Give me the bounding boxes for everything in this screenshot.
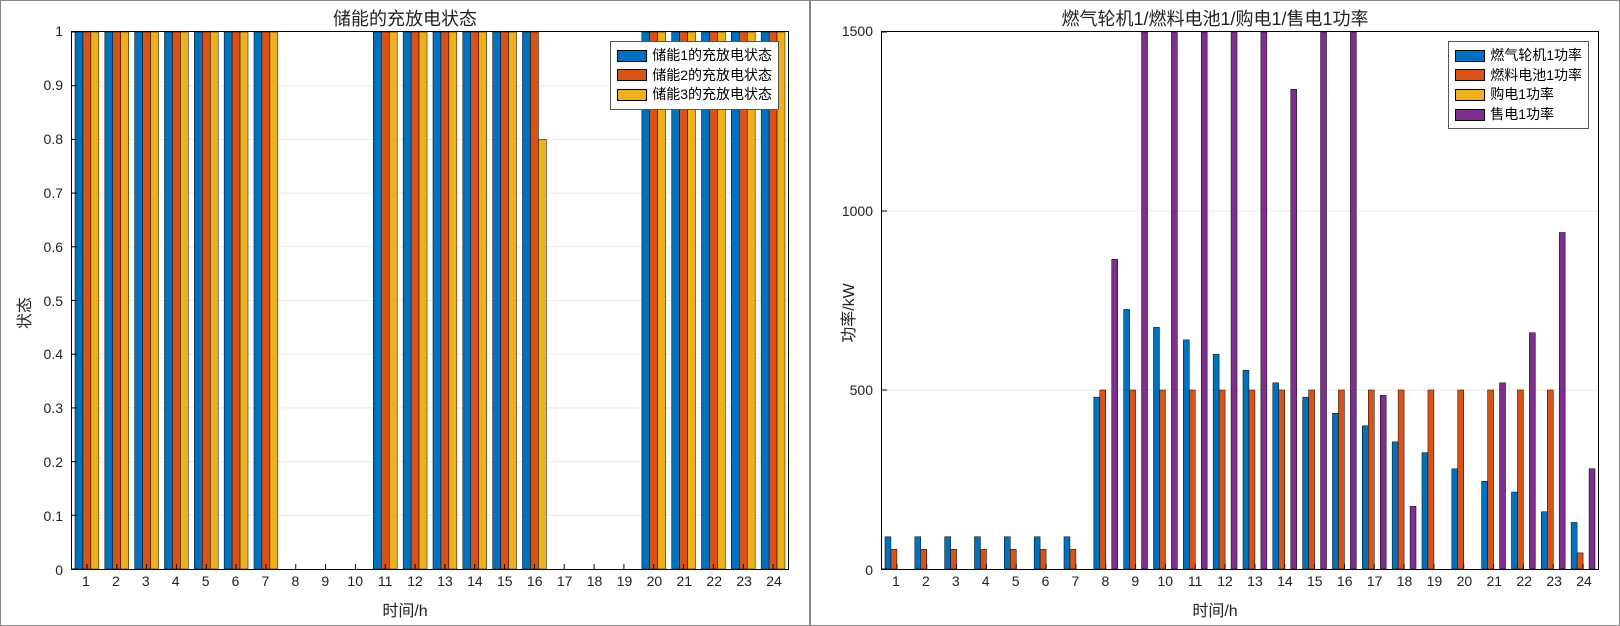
x-tick-label: 24 <box>766 573 782 589</box>
x-tick-label: 21 <box>676 573 692 589</box>
x-tick-label: 13 <box>1247 573 1263 589</box>
x-tick-label: 1 <box>82 573 90 589</box>
x-tick-label: 19 <box>1427 573 1443 589</box>
legend-label: 购电1功率 <box>1490 85 1554 105</box>
y-tick-label: 0.6 <box>44 239 63 255</box>
y-tick-label: 0.4 <box>44 346 63 362</box>
legend-swatch <box>617 69 647 81</box>
x-tick-label: 13 <box>437 573 453 589</box>
legend-label: 燃气轮机1功率 <box>1490 46 1582 66</box>
x-tick-label: 10 <box>1157 573 1173 589</box>
chart-title: 燃气轮机1/燃料电池1/购电1/售电1功率 <box>811 5 1619 31</box>
legend-label: 储能2的充放电状态 <box>652 66 772 86</box>
legend-swatch <box>1455 50 1485 62</box>
plot-area <box>71 31 789 570</box>
legend-item: 燃料电池1功率 <box>1455 66 1582 86</box>
x-tick-label: 11 <box>1188 573 1203 589</box>
x-tick-label: 16 <box>1337 573 1353 589</box>
x-tick-label: 20 <box>1457 573 1473 589</box>
legend-swatch <box>1455 69 1485 81</box>
y-tick-label: 0.2 <box>44 454 63 470</box>
x-tick-label: 20 <box>647 573 663 589</box>
legend-label: 储能3的充放电状态 <box>652 85 772 105</box>
y-tick-label: 0 <box>55 562 63 578</box>
y-tick-label: 0.5 <box>44 293 63 309</box>
x-tick-label: 16 <box>527 573 543 589</box>
x-tick-label: 8 <box>1101 573 1109 589</box>
x-tick-label: 4 <box>982 573 990 589</box>
legend-swatch <box>617 89 647 101</box>
legend-item: 购电1功率 <box>1455 85 1582 105</box>
x-tick-label: 15 <box>497 573 513 589</box>
y-tick-label: 1000 <box>842 203 873 219</box>
x-tick-label: 19 <box>617 573 633 589</box>
x-tick-label: 2 <box>922 573 930 589</box>
y-tick-label: 0.1 <box>44 508 63 524</box>
x-tick-label: 22 <box>1516 573 1532 589</box>
legend: 储能1的充放电状态储能2的充放电状态储能3的充放电状态 <box>610 41 779 110</box>
x-tick-label: 5 <box>1012 573 1020 589</box>
x-tick-label: 24 <box>1576 573 1592 589</box>
legend-item: 储能1的充放电状态 <box>617 46 772 66</box>
legend: 燃气轮机1功率燃料电池1功率购电1功率售电1功率 <box>1448 41 1589 129</box>
y-ticks: 050010001500 <box>811 31 877 570</box>
legend-swatch <box>1455 109 1485 121</box>
x-tick-label: 17 <box>1367 573 1383 589</box>
charts-container: 储能的充放电状态 状态 时间/h 00.10.20.30.40.50.60.70… <box>0 0 1620 626</box>
x-tick-label: 6 <box>232 573 240 589</box>
x-tick-label: 17 <box>557 573 573 589</box>
x-tick-label: 3 <box>142 573 150 589</box>
legend-swatch <box>1455 89 1485 101</box>
legend-item: 燃气轮机1功率 <box>1455 46 1582 66</box>
x-tick-label: 21 <box>1486 573 1502 589</box>
x-tick-label: 14 <box>467 573 483 589</box>
x-tick-label: 12 <box>407 573 423 589</box>
x-tick-label: 2 <box>112 573 120 589</box>
legend-item: 储能2的充放电状态 <box>617 66 772 86</box>
x-tick-label: 18 <box>1397 573 1413 589</box>
chart-panel-right: 燃气轮机1/燃料电池1/购电1/售电1功率 功率/kW 时间/h 0500100… <box>810 0 1620 626</box>
x-tick-label: 9 <box>321 573 329 589</box>
y-ticks: 00.10.20.30.40.50.60.70.80.91 <box>1 31 67 570</box>
x-tick-label: 5 <box>202 573 210 589</box>
x-tick-label: 7 <box>1072 573 1080 589</box>
y-tick-label: 500 <box>850 382 873 398</box>
x-ticks: 123456789101112131415161718192021222324 <box>71 573 789 593</box>
chart-title: 储能的充放电状态 <box>1 5 809 31</box>
x-axis-label: 时间/h <box>1 597 809 621</box>
chart-panel-left: 储能的充放电状态 状态 时间/h 00.10.20.30.40.50.60.70… <box>0 0 810 626</box>
x-tick-label: 11 <box>378 573 393 589</box>
legend-item: 储能3的充放电状态 <box>617 85 772 105</box>
x-tick-label: 1 <box>892 573 900 589</box>
x-tick-label: 12 <box>1217 573 1233 589</box>
y-tick-label: 0.8 <box>44 131 63 147</box>
x-tick-label: 3 <box>952 573 960 589</box>
x-tick-label: 23 <box>1546 573 1562 589</box>
legend-label: 燃料电池1功率 <box>1490 66 1582 86</box>
x-tick-label: 18 <box>587 573 603 589</box>
y-tick-label: 1 <box>55 23 63 39</box>
x-tick-label: 23 <box>736 573 752 589</box>
x-tick-label: 15 <box>1307 573 1323 589</box>
x-ticks: 123456789101112131415161718192021222324 <box>881 573 1599 593</box>
x-tick-label: 9 <box>1131 573 1139 589</box>
y-tick-label: 0.7 <box>44 185 63 201</box>
x-tick-label: 7 <box>262 573 270 589</box>
legend-label: 储能1的充放电状态 <box>652 46 772 66</box>
x-tick-label: 14 <box>1277 573 1293 589</box>
y-tick-label: 1500 <box>842 23 873 39</box>
x-tick-label: 10 <box>347 573 363 589</box>
legend-label: 售电1功率 <box>1490 105 1554 125</box>
x-tick-label: 8 <box>291 573 299 589</box>
legend-item: 售电1功率 <box>1455 105 1582 125</box>
x-tick-label: 22 <box>706 573 722 589</box>
x-tick-label: 6 <box>1042 573 1050 589</box>
y-tick-label: 0 <box>865 562 873 578</box>
y-tick-label: 0.3 <box>44 400 63 416</box>
x-axis-label: 时间/h <box>811 597 1619 621</box>
legend-swatch <box>617 50 647 62</box>
x-tick-label: 4 <box>172 573 180 589</box>
y-tick-label: 0.9 <box>44 77 63 93</box>
